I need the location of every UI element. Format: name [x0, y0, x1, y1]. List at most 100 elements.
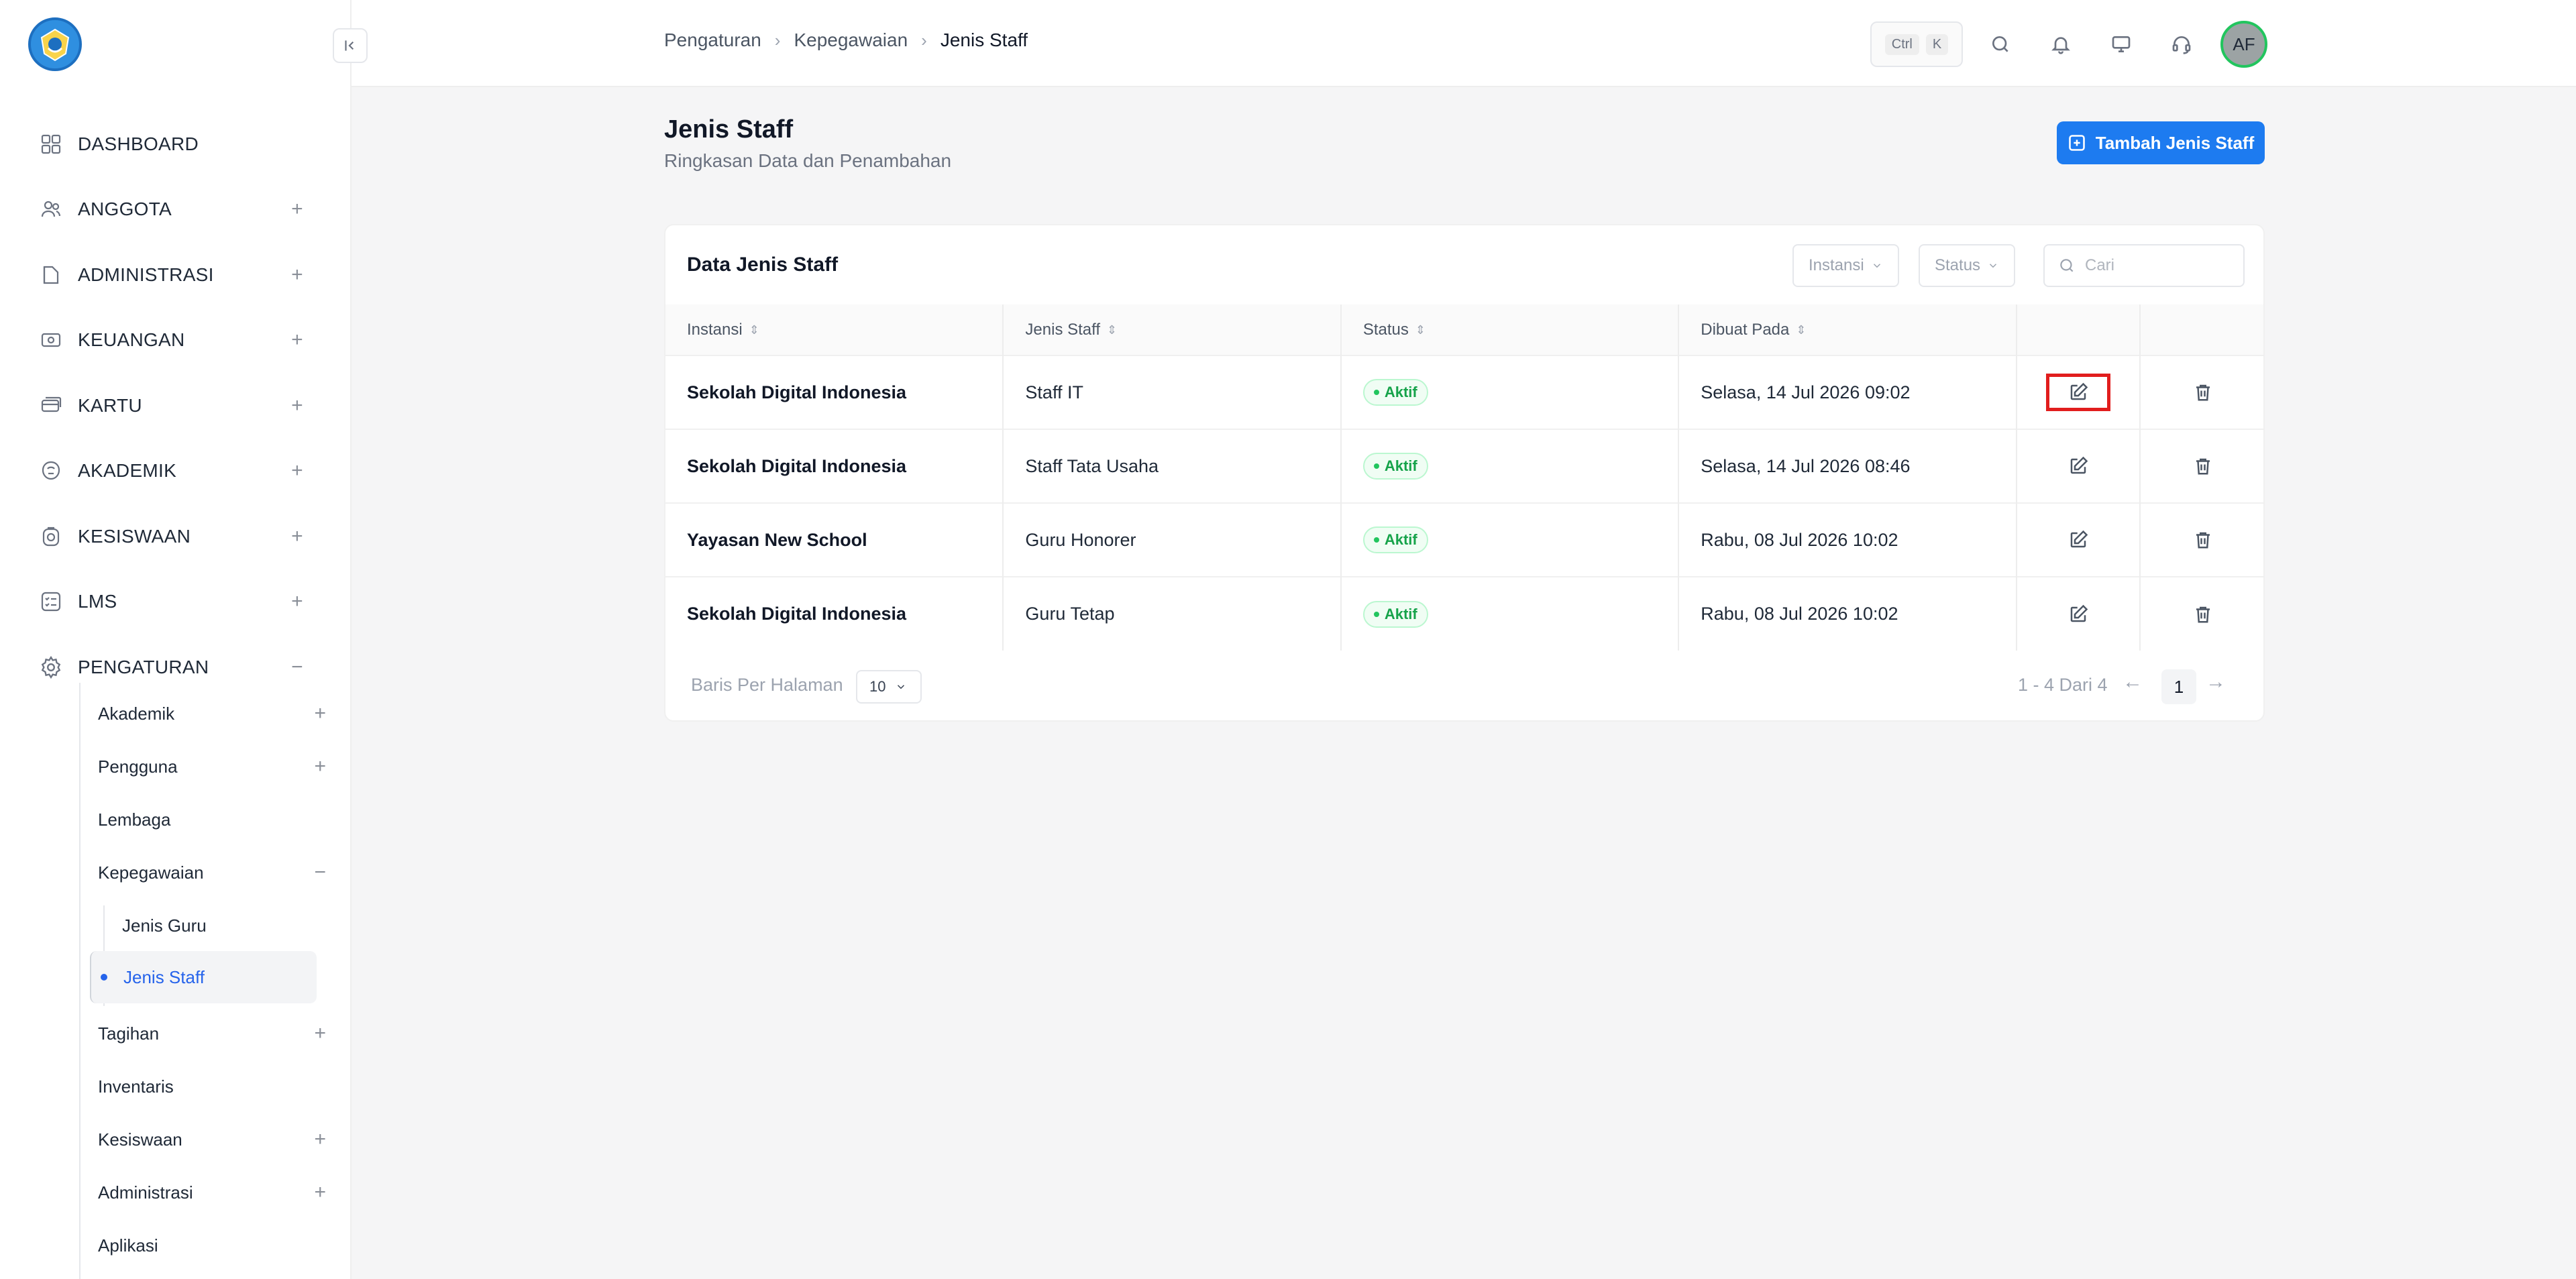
sidebar-item-keuangan[interactable]: KEUANGAN +	[0, 308, 352, 374]
cell-delete	[2139, 576, 2263, 651]
expand-icon[interactable]: +	[314, 1022, 326, 1045]
sidebar-item-administrasi[interactable]: ADMINISTRASI +	[0, 242, 352, 308]
edit-button[interactable]	[2045, 374, 2110, 411]
delete-button[interactable]	[2171, 374, 2235, 411]
delete-button[interactable]	[2171, 521, 2235, 559]
delete-button[interactable]	[2171, 447, 2235, 485]
table-row: Sekolah Digital Indonesia Staff IT Aktif…	[665, 355, 2263, 429]
status-label: Aktif	[1384, 531, 1417, 548]
expand-icon[interactable]: +	[314, 702, 326, 725]
sidebar-item-kartu[interactable]: KARTU +	[0, 373, 352, 439]
filter-status-label: Status	[1935, 256, 1981, 274]
breadcrumb-pengaturan[interactable]: Pengaturan	[664, 30, 761, 51]
collapse-icon[interactable]: −	[314, 861, 326, 884]
collapse-icon[interactable]: −	[287, 656, 307, 679]
sidebar-item-kesiswaan[interactable]: KESISWAAN +	[0, 504, 352, 569]
sidebar-item-pengaturan[interactable]: PENGATURAN −	[0, 634, 352, 700]
expand-icon[interactable]: +	[287, 329, 307, 351]
user-avatar[interactable]: AF	[2220, 21, 2267, 68]
search-icon[interactable]	[1982, 25, 2019, 63]
sidebar-sub-label: Kepegawaian	[98, 862, 204, 883]
trash-icon	[2196, 606, 2210, 622]
cell-delete	[2139, 502, 2263, 577]
bell-icon[interactable]	[2042, 25, 2080, 63]
sidebar-item-akademik[interactable]: AKADEMIK +	[0, 439, 352, 504]
cell-instansi: Yayasan New School	[665, 502, 1004, 577]
page-number-button[interactable]: 1	[2161, 669, 2196, 704]
sidebar-sub-akademik[interactable]: Akademik +	[98, 693, 326, 734]
academic-icon	[38, 457, 64, 484]
column-header-status[interactable]: Status ⇕	[1340, 304, 1680, 355]
sort-icon[interactable]: ⇕	[1796, 323, 1806, 337]
filter-instansi-select[interactable]: Instansi	[1792, 244, 1899, 287]
sidebar-sub-label: Akademik	[98, 703, 175, 724]
table-row: Sekolah Digital Indonesia Staff Tata Usa…	[665, 429, 2263, 503]
search-box[interactable]	[2043, 244, 2245, 287]
edit-button[interactable]	[2046, 447, 2110, 485]
sidebar-sub-inventaris[interactable]: Inventaris	[98, 1066, 326, 1107]
expand-icon[interactable]: +	[314, 1181, 326, 1204]
column-header-dibuat-pada[interactable]: Dibuat Pada ⇕	[1678, 304, 2017, 355]
sidebar-sub-lembaga[interactable]: Lembaga	[98, 799, 326, 840]
edit-button[interactable]	[2046, 596, 2110, 633]
breadcrumb-kepegawaian[interactable]: Kepegawaian	[794, 30, 908, 51]
sidebar-sub-administrasi[interactable]: Administrasi +	[98, 1172, 326, 1213]
sidebar-sub-kesiswaan[interactable]: Kesiswaan +	[98, 1119, 326, 1160]
collapse-left-icon	[345, 40, 354, 51]
expand-icon[interactable]: +	[287, 590, 307, 613]
next-page-button[interactable]: →	[2206, 671, 2226, 693]
trash-icon	[2196, 532, 2210, 549]
header-label: Status	[1362, 320, 1409, 339]
sidebar-item-lms[interactable]: LMS +	[0, 569, 352, 635]
rows-per-page-select[interactable]: 10	[856, 670, 922, 704]
sort-icon[interactable]: ⇕	[749, 323, 759, 337]
filter-status-select[interactable]: Status	[1919, 244, 2016, 287]
expand-icon[interactable]: +	[287, 394, 307, 417]
sort-icon[interactable]: ⇕	[1415, 323, 1426, 337]
sidebar-nav: DASHBOARD ANGGOTA + ADMINISTRASI + KEUAN…	[0, 111, 352, 700]
cell-delete	[2139, 355, 2263, 429]
sort-icon[interactable]: ⇕	[1107, 323, 1117, 337]
expand-icon[interactable]: +	[287, 459, 307, 482]
expand-icon[interactable]: +	[314, 1128, 326, 1151]
expand-icon[interactable]: +	[287, 198, 307, 221]
cell-status: Aktif	[1340, 429, 1680, 503]
sidebar-sub-jenis-staff[interactable]: Jenis Staff	[90, 951, 317, 1003]
sidebar-item-dashboard[interactable]: DASHBOARD	[0, 111, 352, 177]
sidebar-sub-label: Administrasi	[98, 1182, 193, 1203]
prev-page-button[interactable]: ←	[2123, 671, 2143, 693]
column-header-jenis-staff[interactable]: Jenis Staff ⇕	[1003, 304, 1342, 355]
monitor-icon[interactable]	[2102, 25, 2140, 63]
sidebar-sub-pengguna[interactable]: Pengguna +	[98, 746, 326, 787]
sidebar-sub-tagihan[interactable]: Tagihan +	[98, 1013, 326, 1054]
sidebar-sub-jenis-guru[interactable]: Jenis Guru	[122, 905, 207, 946]
delete-button[interactable]	[2171, 596, 2235, 633]
expand-icon[interactable]: +	[287, 525, 307, 548]
staff-table: Instansi ⇕ Jenis Staff ⇕ Status ⇕ Dibuat Pa…	[665, 304, 2263, 651]
sidebar-item-anggota[interactable]: ANGGOTA +	[0, 177, 352, 243]
headset-icon[interactable]	[2163, 25, 2200, 63]
header-label: Instansi	[687, 320, 743, 339]
dashboard-icon	[38, 131, 64, 158]
sidebar-sub-label: Lembaga	[98, 809, 171, 830]
column-header-instansi[interactable]: Instansi ⇕	[665, 304, 1004, 355]
tut-wuri-logo[interactable]	[28, 17, 82, 71]
edit-button[interactable]	[2046, 521, 2110, 559]
sidebar-sub-aplikasi[interactable]: Aplikasi	[98, 1225, 326, 1266]
submenu-divider	[79, 683, 80, 1279]
cell-jenis-staff: Guru Honorer	[1003, 502, 1342, 577]
cell-dibuat-pada: Rabu, 08 Jul 2026 10:02	[1678, 576, 2017, 651]
expand-icon[interactable]: +	[287, 264, 307, 286]
status-label: Aktif	[1384, 457, 1417, 474]
search-input[interactable]	[2085, 256, 2233, 275]
command-shortcut-button[interactable]: Ctrl K	[1870, 21, 1963, 67]
add-jenis-staff-button[interactable]: Tambah Jenis Staff	[2057, 121, 2265, 164]
checklist-icon	[38, 588, 64, 615]
collapse-sidebar-button[interactable]	[333, 28, 368, 63]
status-badge: Aktif	[1362, 526, 1428, 553]
sidebar-item-label: AKADEMIK	[78, 460, 177, 482]
expand-icon[interactable]: +	[314, 755, 326, 778]
active-dot-icon	[101, 974, 107, 981]
sidebar-sub-kepegawaian[interactable]: Kepegawaian −	[98, 852, 326, 893]
header-label: Dibuat Pada	[1701, 320, 1790, 339]
